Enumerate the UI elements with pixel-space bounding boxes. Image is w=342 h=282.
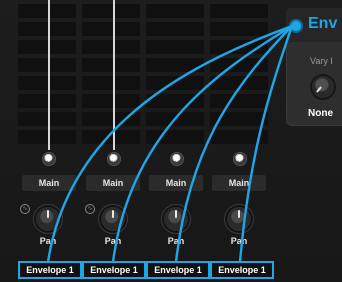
send-knob[interactable] (234, 153, 246, 165)
grid-cell (82, 4, 140, 18)
pan-label: Pan (104, 236, 122, 246)
grid-cell (82, 22, 140, 36)
modulation-icon[interactable]: ∿ (85, 204, 95, 214)
grid-cell (210, 76, 268, 90)
modulation-routing-view: Main ∿ Pan Envelope 1 Main ∿ Pan Envelop… (0, 0, 342, 282)
cable-connector-dot-icon[interactable] (291, 21, 301, 31)
grid-cell (146, 58, 204, 72)
vary-knob[interactable] (312, 76, 334, 98)
grid-cell (18, 76, 76, 90)
pan-knob[interactable] (36, 207, 60, 231)
grid-cell (82, 40, 140, 54)
destination-selector[interactable]: Main (149, 175, 203, 191)
grid-cell (146, 130, 204, 144)
mod-source-slot[interactable]: Envelope 1 (146, 261, 210, 279)
send-fader-1[interactable] (48, 0, 50, 150)
grid-cell (82, 112, 140, 126)
pan-knob[interactable] (101, 207, 125, 231)
vary-value: None (308, 108, 333, 119)
mod-source-slot[interactable]: Envelope 1 (82, 261, 146, 279)
vary-label: Vary I (310, 56, 333, 66)
grid-cell (210, 112, 268, 126)
grid-cell (82, 76, 140, 90)
pan-label: Pan (230, 236, 248, 246)
send-knob[interactable] (43, 153, 55, 165)
grid-cell (146, 4, 204, 18)
destination-selector[interactable]: Main (86, 175, 140, 191)
grid-cell (210, 4, 268, 18)
pan-label: Pan (39, 236, 57, 246)
envelope-header: Env 1 (286, 8, 342, 42)
grid-cell (82, 130, 140, 144)
grid-cell (146, 40, 204, 54)
pan-label: Pan (167, 236, 185, 246)
destination-selector[interactable]: Main (212, 175, 266, 191)
grid-cell (82, 94, 140, 108)
pan-knob[interactable] (164, 207, 188, 231)
grid-cell (18, 58, 76, 72)
send-knob[interactable] (108, 153, 120, 165)
mod-source-slot[interactable]: Envelope 1 (210, 261, 274, 279)
grid-cell (18, 130, 76, 144)
destination-selector[interactable]: Main (22, 175, 76, 191)
grid-cell (146, 112, 204, 126)
send-knob[interactable] (171, 153, 183, 165)
modulation-icon[interactable]: ∿ (20, 204, 30, 214)
grid-cell (18, 22, 76, 36)
fader-grid (18, 0, 270, 144)
grid-cell (210, 22, 268, 36)
mod-source-slot[interactable]: Envelope 1 (18, 261, 82, 279)
grid-cell (82, 58, 140, 72)
pan-knob[interactable] (227, 207, 251, 231)
grid-cell (146, 94, 204, 108)
grid-cell (210, 94, 268, 108)
envelope-title: Env 1 (308, 15, 342, 32)
grid-cell (18, 94, 76, 108)
grid-cell (18, 112, 76, 126)
grid-cell (210, 58, 268, 72)
send-fader-2[interactable] (113, 0, 115, 150)
grid-cell (146, 22, 204, 36)
grid-cell (210, 40, 268, 54)
grid-cell (18, 4, 76, 18)
grid-cell (18, 40, 76, 54)
envelope-panel: Env 1 Vary I None (286, 8, 342, 126)
grid-cell (146, 76, 204, 90)
grid-cell (210, 130, 268, 144)
